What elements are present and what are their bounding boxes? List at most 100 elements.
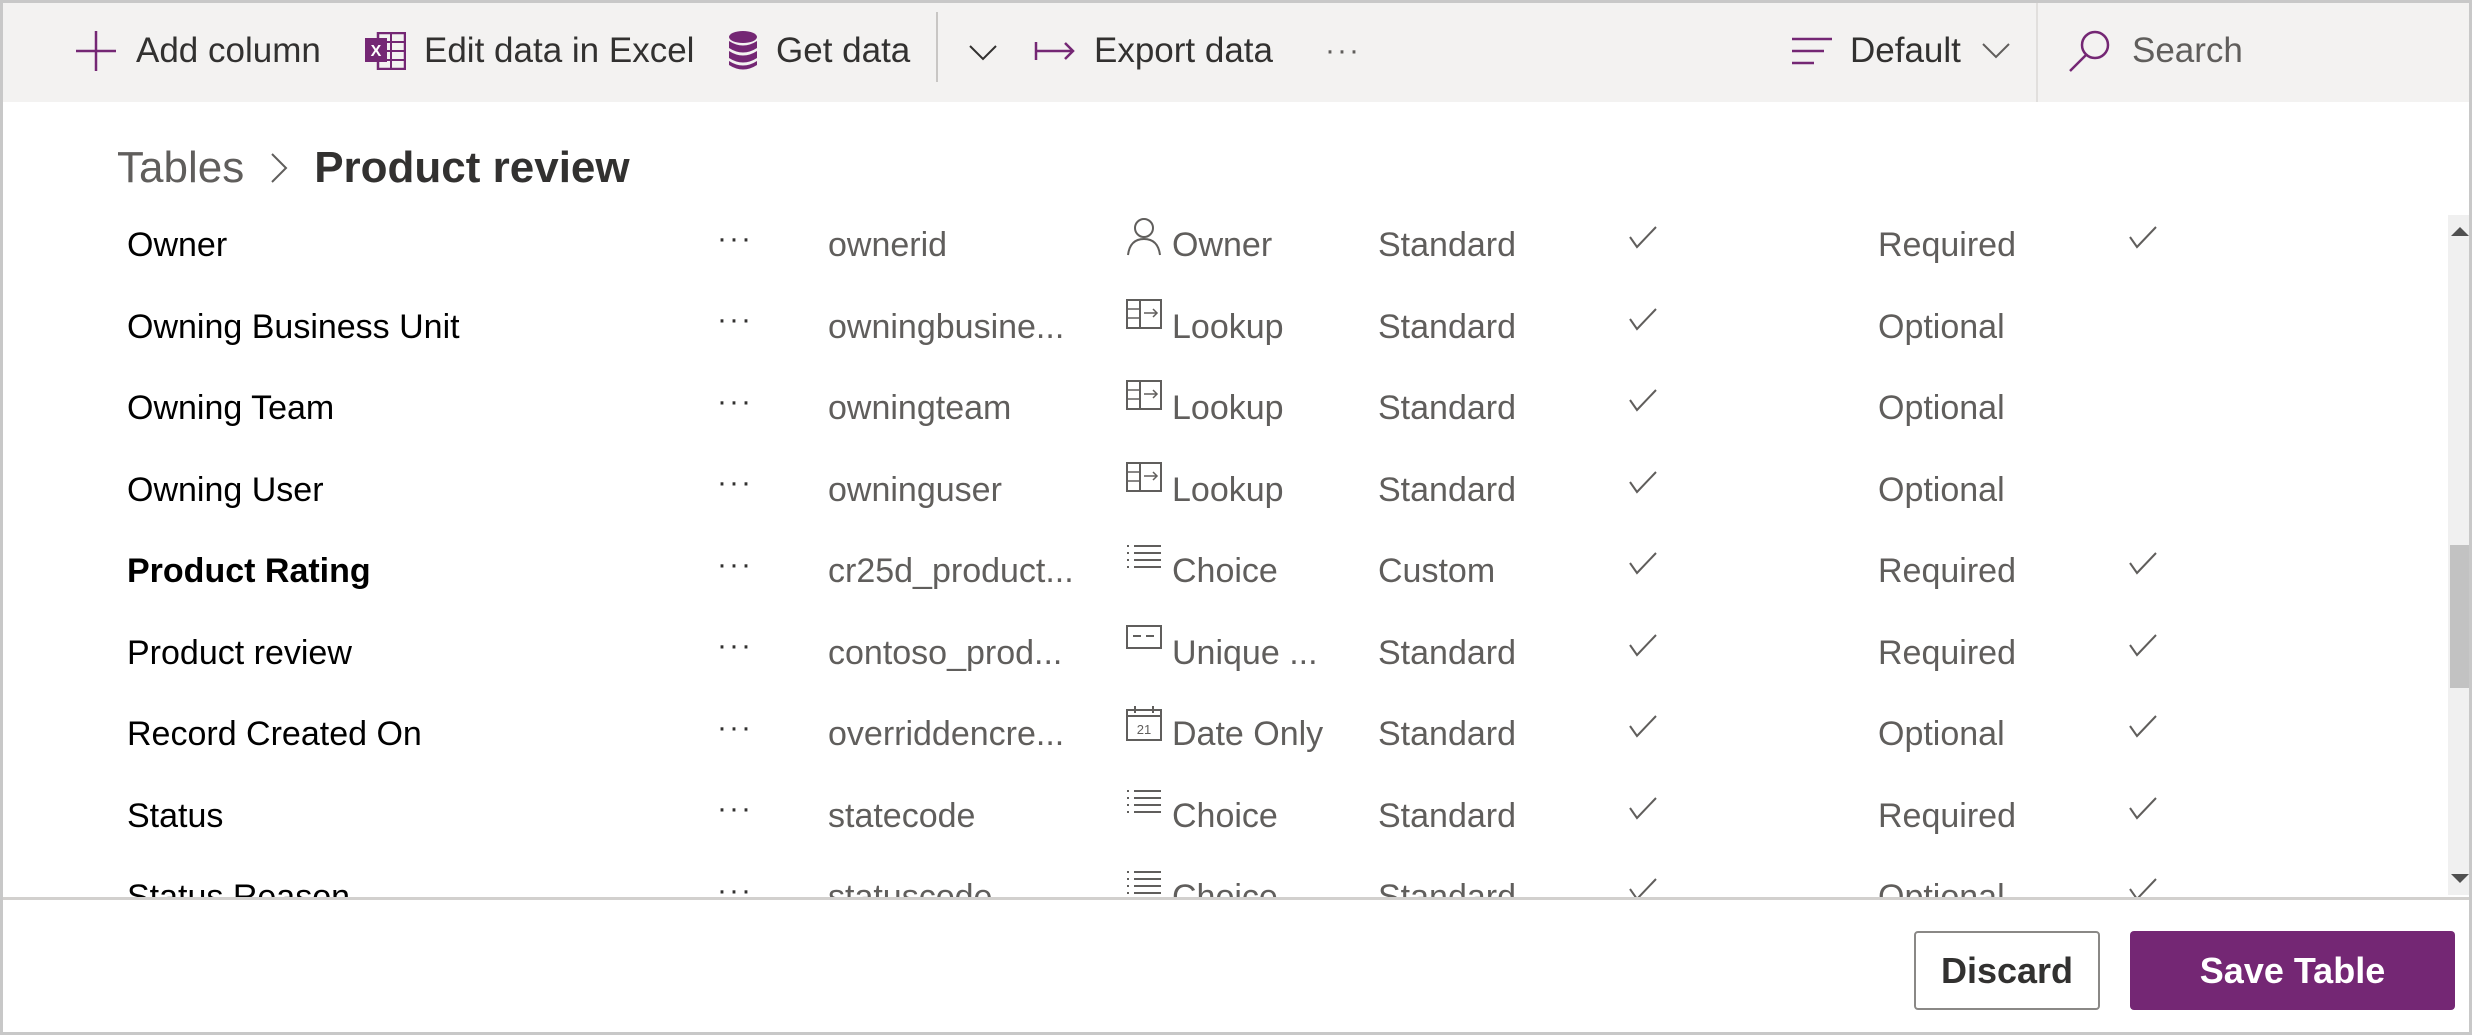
column-display-name[interactable]: Status Reason — [127, 857, 350, 897]
column-data-type: Choice — [1126, 776, 1278, 858]
data-type-label: Choice — [1172, 552, 1278, 591]
column-display-name[interactable]: Product review — [127, 613, 352, 695]
discard-button[interactable]: Discard — [1914, 931, 2100, 1010]
table-row[interactable]: Owning Business Unit ··· owningbusine... Lo… — [0, 287, 2448, 369]
breadcrumb: Tables Product review — [117, 138, 630, 198]
edit-in-excel-button[interactable]: X Edit data in Excel — [364, 0, 694, 102]
row-more-options-button[interactable]: ··· — [705, 694, 765, 776]
column-display-name[interactable]: Owner — [127, 205, 227, 287]
search-box[interactable] — [2036, 0, 2472, 102]
save-table-button[interactable]: Save Table — [2130, 931, 2455, 1010]
scrollbar-thumb[interactable] — [2450, 545, 2469, 688]
table-row[interactable]: Status Reason ··· statuscode Choice Standard… — [0, 857, 2448, 897]
requirement-level: Required — [1878, 633, 2016, 672]
get-data-button[interactable]: Get data — [728, 0, 910, 102]
custom-cell — [2128, 205, 2158, 287]
column-display-name[interactable]: Status — [127, 776, 223, 858]
data-type-label: Unique ... — [1172, 633, 1318, 672]
person-icon — [1126, 217, 1162, 257]
row-more-options-button[interactable]: ··· — [705, 368, 765, 450]
column-data-type: Lookup — [1126, 287, 1284, 369]
searchable-cell — [1628, 613, 1658, 695]
row-more-options-button[interactable]: ··· — [705, 205, 765, 287]
checkmark-icon — [1628, 470, 1658, 494]
table-row[interactable]: Owning Team ··· owningteam Lookup Standard Op… — [0, 368, 2448, 450]
svg-text:21: 21 — [1137, 722, 1151, 737]
column-display-name[interactable]: Owning User — [127, 450, 324, 532]
more-icon: ··· — [717, 710, 753, 744]
table-row[interactable]: Record Created On ··· overriddencre... 21 Da… — [0, 694, 2448, 776]
table-row[interactable]: Owning User ··· owninguser Lookup Standard Op… — [0, 450, 2448, 532]
data-type-label: Lookup — [1172, 389, 1284, 428]
lookup-icon — [1126, 298, 1162, 339]
breadcrumb-tables-link[interactable]: Tables — [117, 143, 244, 193]
data-type-label: Lookup — [1172, 470, 1284, 509]
get-data-label: Get data — [776, 31, 911, 70]
search-input[interactable] — [2130, 30, 2434, 72]
svg-text:X: X — [371, 43, 382, 60]
scroll-up-arrow-icon[interactable] — [2451, 227, 2469, 236]
column-display-name[interactable]: Owning Business Unit — [127, 287, 460, 369]
command-bar: Add column X Edit data in Excel Get data… — [0, 0, 2472, 102]
unique-id-icon — [1126, 624, 1162, 665]
row-more-options-button[interactable]: ··· — [705, 857, 765, 897]
plus-icon — [74, 29, 118, 73]
column-type-class: Standard — [1378, 796, 1516, 835]
get-data-dropdown-button[interactable] — [958, 0, 1008, 102]
more-commands-button[interactable]: ··· — [1318, 0, 1368, 102]
table-row[interactable]: Product review ··· contoso_prod... Unique .… — [0, 613, 2448, 695]
row-more-options-button[interactable]: ··· — [705, 531, 765, 613]
table-row[interactable]: Status ··· statecode Choice Standard Required — [0, 776, 2448, 858]
searchable-cell — [1628, 450, 1658, 532]
searchable-cell — [1628, 287, 1658, 369]
data-type-label: Date Only — [1172, 715, 1324, 754]
column-display-name[interactable]: Owning Team — [127, 368, 334, 450]
column-display-name[interactable]: Record Created On — [127, 694, 422, 776]
table-row[interactable]: Owner ··· ownerid Owner Standard Required — [0, 205, 2448, 287]
database-icon — [728, 30, 758, 72]
column-logical-name: statecode — [828, 796, 976, 835]
choice-icon — [1126, 788, 1162, 828]
searchable-cell — [1628, 368, 1658, 450]
toolbar-divider — [936, 12, 938, 82]
column-type-class: Standard — [1378, 470, 1516, 509]
column-type-class: Standard — [1378, 857, 1516, 897]
searchable-cell — [1628, 694, 1658, 776]
table-row[interactable]: Product Rating ··· cr25d_product... Choice C… — [0, 531, 2448, 613]
requirement-level: Optional — [1878, 857, 2005, 897]
page-title: Product review — [314, 143, 630, 192]
requirement-level: Optional — [1878, 307, 2005, 346]
vertical-scrollbar[interactable] — [2448, 215, 2469, 895]
checkmark-icon — [2128, 633, 2158, 657]
column-display-name[interactable]: Product Rating — [127, 531, 371, 613]
row-more-options-button[interactable]: ··· — [705, 287, 765, 369]
row-more-options-button[interactable]: ··· — [705, 450, 765, 532]
column-data-type: Lookup — [1126, 450, 1284, 532]
more-icon: ··· — [717, 873, 753, 897]
column-logical-name: owninguser — [828, 470, 1002, 509]
custom-cell — [2128, 776, 2158, 858]
requirement-level: Required — [1878, 226, 2016, 265]
footer: Discard Save Table — [0, 897, 2472, 1035]
column-data-type: Lookup — [1126, 368, 1284, 450]
more-icon: ··· — [717, 629, 753, 663]
column-type-class: Custom — [1378, 552, 1496, 591]
scroll-down-arrow-icon[interactable] — [2451, 874, 2469, 883]
custom-cell — [2128, 613, 2158, 695]
data-type-label: Choice — [1172, 878, 1278, 897]
checkmark-icon — [2128, 551, 2158, 575]
searchable-cell — [1628, 531, 1658, 613]
add-column-button[interactable]: Add column — [74, 0, 321, 102]
row-more-options-button[interactable]: ··· — [705, 613, 765, 695]
edit-in-excel-label: Edit data in Excel — [424, 31, 695, 70]
column-data-type: Choice — [1126, 531, 1278, 613]
view-selector-dropdown[interactable]: Default — [1792, 0, 2011, 102]
checkmark-icon — [2128, 225, 2158, 249]
column-type-class: Standard — [1378, 389, 1516, 428]
row-more-options-button[interactable]: ··· — [705, 776, 765, 858]
export-data-button[interactable]: Export data — [1034, 0, 1273, 102]
column-data-type: 21 Date Only — [1126, 694, 1323, 776]
checkmark-icon — [1628, 551, 1658, 575]
column-logical-name: owningteam — [828, 389, 1012, 428]
checkmark-icon — [1628, 714, 1658, 738]
